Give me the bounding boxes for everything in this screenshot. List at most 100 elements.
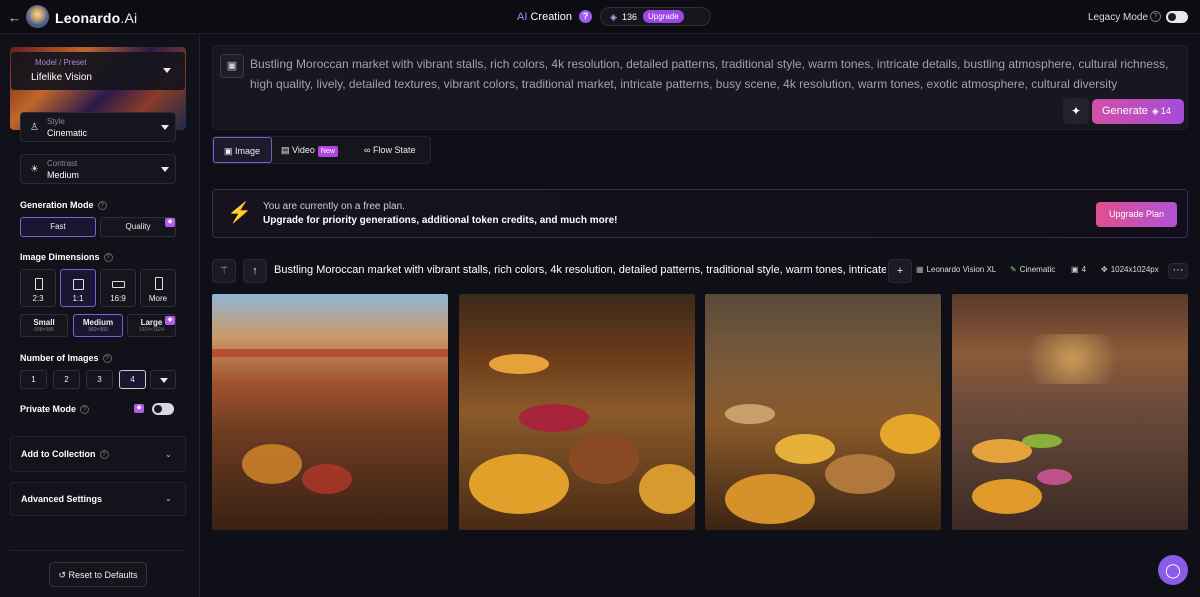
help-icon[interactable]: ? <box>102 354 112 364</box>
image-prompt-icon[interactable]: ▣ <box>220 54 244 78</box>
ratio-1-1-button[interactable]: 1:1 <box>60 269 96 307</box>
ellipsis-icon: ··· <box>1172 264 1184 276</box>
model-label: Model / Preset <box>35 58 87 67</box>
upgrade-banner: ⚡ You are currently on a free plan. Upgr… <box>212 189 1188 238</box>
spice-bowl <box>1037 469 1072 485</box>
count-2-button[interactable]: 2 <box>53 370 80 389</box>
chevron-down-icon <box>160 378 168 383</box>
style-select[interactable]: ♙ Style Cinematic <box>20 112 176 142</box>
generate-button[interactable]: Generate ◈ 14 <box>1092 99 1184 124</box>
number-of-images-title: Number of Images? <box>20 353 112 364</box>
add-to-collection-label: Add to Collection <box>21 449 96 459</box>
spice-bowl <box>880 414 940 454</box>
spice-bowl <box>519 404 589 432</box>
spice-bowl <box>725 404 775 424</box>
chevron-down-icon <box>161 125 169 130</box>
sparkle-icon: ✦ <box>1070 104 1082 118</box>
size-sub: 960×960 <box>88 327 108 333</box>
model-icon: ▦ <box>916 265 924 274</box>
ratio-label: More <box>148 294 168 303</box>
help-icon[interactable]: ? <box>80 405 90 415</box>
new-badge: New <box>317 146 338 157</box>
ai-prefix: AI <box>517 11 528 23</box>
reset-icon: ↺ <box>58 570 66 580</box>
count-value: 4 <box>1081 265 1087 274</box>
reuse-prompt-button[interactable]: ↑ <box>243 259 267 283</box>
upgrade-button[interactable]: Upgrade <box>643 10 684 23</box>
contrast-select[interactable]: ☀ Contrast Medium <box>20 154 176 184</box>
ratio-more-button[interactable]: More <box>140 269 176 307</box>
style-name: Cinematic <box>1019 265 1056 274</box>
tab-video[interactable]: ▤ Video New <box>281 137 353 163</box>
plus-icon: + <box>896 265 904 277</box>
lanterns <box>962 334 1182 384</box>
reset-to-defaults-button[interactable]: ↺ Reset to Defaults <box>49 562 147 587</box>
add-to-collection-section[interactable]: Add to Collection? ⌄ <box>10 436 186 472</box>
help-icon[interactable]: ? <box>99 450 109 460</box>
generated-image-3[interactable] <box>705 294 941 530</box>
count-more-button[interactable] <box>150 370 176 389</box>
tab-flow-state[interactable]: ∞ Flow State <box>364 137 430 163</box>
count-1-button[interactable]: 1 <box>20 370 47 389</box>
spice-bowl <box>469 454 569 514</box>
token-balance[interactable]: ◈ 136 Upgrade <box>600 7 711 26</box>
sidebar: Model / Preset Lifelike Vision ♙ Style C… <box>0 34 200 597</box>
premium-gem-icon: ◆ <box>165 316 175 325</box>
arrow-up-icon: ↑ <box>252 265 258 277</box>
add-button[interactable]: + <box>888 259 912 283</box>
brand-name: Leonardo.Ai <box>55 10 137 26</box>
number-of-images-label: Number of Images <box>20 353 99 363</box>
back-icon[interactable]: ← <box>8 10 21 25</box>
size-label: Medium <box>82 318 114 327</box>
advanced-settings-section[interactable]: Advanced Settings ⌄ <box>10 482 186 516</box>
tab-flow-label: Flow State <box>372 145 416 155</box>
count-3-button[interactable]: 3 <box>86 370 113 389</box>
banner-line2: Upgrade for priority generations, additi… <box>263 215 618 226</box>
generated-image-4[interactable] <box>952 294 1188 530</box>
chevron-down-icon <box>161 167 169 172</box>
size-medium-button[interactable]: Medium 960×960 <box>73 314 123 337</box>
prompt-input[interactable]: Bustling Moroccan market with vibrant st… <box>250 55 1180 94</box>
count-4-button[interactable]: 4 <box>119 370 146 389</box>
upgrade-plan-button[interactable]: Upgrade Plan <box>1096 202 1177 227</box>
legacy-mode-toggle[interactable] <box>1166 11 1188 23</box>
creation-label: Creation <box>530 11 573 23</box>
top-bar: ← Leonardo.Ai AI Creation ? ◈ 136 Upgrad… <box>0 0 1200 34</box>
generate-cost: 14 <box>1160 106 1171 116</box>
divider <box>10 550 186 551</box>
ratio-label: 1:1 <box>72 294 84 303</box>
spice-bowl <box>242 444 302 484</box>
awning <box>212 349 448 357</box>
premium-gem-icon: ◆ <box>165 218 175 227</box>
chat-support-button[interactable]: ◯ <box>1158 555 1188 585</box>
ratio-16-9-button[interactable]: 16:9 <box>100 269 136 307</box>
help-icon[interactable]: ? <box>103 253 113 263</box>
legacy-help-icon[interactable]: ? <box>1150 11 1161 22</box>
generated-image-2[interactable] <box>459 294 695 530</box>
size-small-button[interactable]: Small 688×688 <box>20 314 68 337</box>
images-icon: ▣ <box>1071 265 1079 274</box>
mode-fast-button[interactable]: Fast <box>20 217 96 237</box>
image-dimensions-label: Image Dimensions <box>20 252 100 262</box>
model-value: Lifelike Vision <box>31 72 92 83</box>
prompt-box[interactable]: ▣ Bustling Moroccan market with vibrant … <box>212 45 1188 130</box>
chevron-down-icon: ⌄ <box>165 450 172 459</box>
lightning-icon: ⚡ <box>227 202 252 224</box>
model-preset-select[interactable]: Model / Preset Lifelike Vision <box>11 52 185 90</box>
spice-bowl <box>972 479 1042 514</box>
tab-image[interactable]: ▣ Image <box>213 137 272 163</box>
portrait-icon <box>35 278 43 290</box>
square-icon <box>73 279 84 290</box>
help-icon[interactable]: ? <box>579 10 592 23</box>
more-options-button[interactable]: ··· <box>1168 263 1188 279</box>
wand-icon[interactable]: ⚚ <box>212 259 236 283</box>
reset-label: Reset to Defaults <box>68 570 138 580</box>
help-icon[interactable]: ? <box>97 201 107 211</box>
ratio-2-3-button[interactable]: 2:3 <box>20 269 56 307</box>
ratio-label: 2:3 <box>32 294 44 303</box>
prompt-enhance-button[interactable]: ✦ <box>1063 98 1089 124</box>
spice-bowl <box>775 434 835 464</box>
generated-image-1[interactable] <box>212 294 448 530</box>
contrast-label: Contrast <box>47 159 78 168</box>
private-mode-toggle[interactable] <box>152 403 174 415</box>
